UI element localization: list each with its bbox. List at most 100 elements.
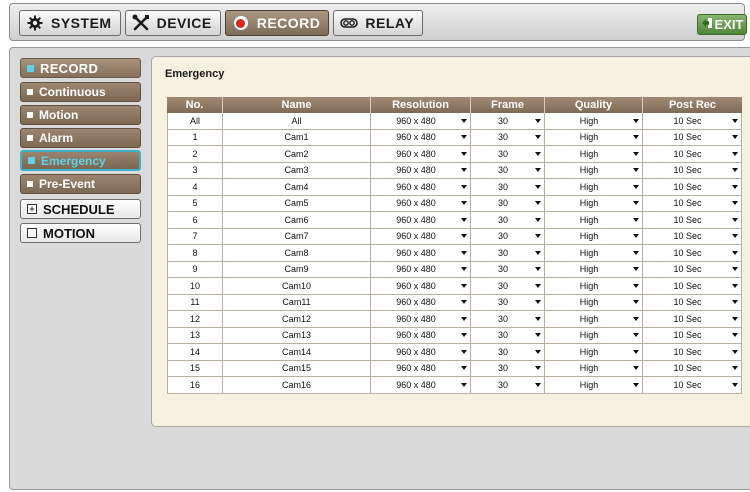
dropdown-arrow-icon[interactable] [461,333,467,338]
dropdown-arrow-icon[interactable] [732,201,738,206]
dropdown-arrow-icon[interactable] [633,151,639,156]
dropdown-arrow-icon[interactable] [633,168,639,173]
dropdown-arrow-icon[interactable] [732,250,738,255]
quality-dropdown[interactable]: High [545,179,643,196]
sidebar-item-record[interactable]: RECORD [20,58,141,78]
dropdown-arrow-icon[interactable] [461,234,467,239]
post-rec-dropdown[interactable]: 10 Sec [643,162,742,179]
post-rec-dropdown[interactable]: 10 Sec [643,261,742,278]
dropdown-arrow-icon[interactable] [535,382,541,387]
dropdown-arrow-icon[interactable] [535,135,541,140]
resolution-dropdown[interactable]: 960 x 480 [371,212,471,229]
tab-device[interactable]: DEVICE [124,10,221,36]
dropdown-arrow-icon[interactable] [732,283,738,288]
dropdown-arrow-icon[interactable] [535,168,541,173]
dropdown-arrow-icon[interactable] [633,118,639,123]
quality-dropdown[interactable]: High [545,360,643,377]
tab-relay[interactable]: RELAY [333,10,424,36]
dropdown-arrow-icon[interactable] [633,382,639,387]
dropdown-arrow-icon[interactable] [633,184,639,189]
post-rec-dropdown[interactable]: 10 Sec [643,327,742,344]
dropdown-arrow-icon[interactable] [461,217,467,222]
quality-dropdown[interactable]: High [545,162,643,179]
dropdown-arrow-icon[interactable] [535,333,541,338]
dropdown-arrow-icon[interactable] [633,135,639,140]
sidebar-item-alarm[interactable]: Alarm [20,128,141,148]
dropdown-arrow-icon[interactable] [633,366,639,371]
frame-dropdown[interactable]: 30 [471,162,545,179]
dropdown-arrow-icon[interactable] [461,118,467,123]
sidebar-item-motion[interactable]: Motion [20,105,141,125]
dropdown-arrow-icon[interactable] [535,300,541,305]
resolution-dropdown[interactable]: 960 x 480 [371,195,471,212]
dropdown-arrow-icon[interactable] [633,316,639,321]
tab-system[interactable]: SYSTEM [19,10,121,36]
frame-dropdown[interactable]: 30 [471,261,545,278]
dropdown-arrow-icon[interactable] [535,283,541,288]
dropdown-arrow-icon[interactable] [461,201,467,206]
sidebar-item-pre-event[interactable]: Pre-Event [20,174,141,194]
dropdown-arrow-icon[interactable] [633,283,639,288]
dropdown-arrow-icon[interactable] [461,184,467,189]
dropdown-arrow-icon[interactable] [633,333,639,338]
frame-dropdown[interactable]: 30 [471,113,545,130]
post-rec-dropdown[interactable]: 10 Sec [643,129,742,146]
resolution-dropdown[interactable]: 960 x 480 [371,245,471,262]
dropdown-arrow-icon[interactable] [461,349,467,354]
sidebar-item-continuous[interactable]: Continuous [20,82,141,102]
dropdown-arrow-icon[interactable] [732,300,738,305]
quality-dropdown[interactable]: High [545,261,643,278]
frame-dropdown[interactable]: 30 [471,129,545,146]
frame-dropdown[interactable]: 30 [471,146,545,163]
resolution-dropdown[interactable]: 960 x 480 [371,146,471,163]
frame-dropdown[interactable]: 30 [471,212,545,229]
resolution-dropdown[interactable]: 960 x 480 [371,228,471,245]
dropdown-arrow-icon[interactable] [461,168,467,173]
frame-dropdown[interactable]: 30 [471,360,545,377]
quality-dropdown[interactable]: High [545,344,643,361]
frame-dropdown[interactable]: 30 [471,195,545,212]
dropdown-arrow-icon[interactable] [535,201,541,206]
quality-dropdown[interactable]: High [545,278,643,295]
dropdown-arrow-icon[interactable] [732,267,738,272]
frame-dropdown[interactable]: 30 [471,245,545,262]
quality-dropdown[interactable]: High [545,113,643,130]
post-rec-dropdown[interactable]: 10 Sec [643,146,742,163]
sidebar-item-motion-menu[interactable]: MOTION [20,223,141,243]
dropdown-arrow-icon[interactable] [732,135,738,140]
quality-dropdown[interactable]: High [545,129,643,146]
dropdown-arrow-icon[interactable] [535,250,541,255]
exit-button[interactable]: EXIT [697,14,747,35]
dropdown-arrow-icon[interactable] [732,118,738,123]
dropdown-arrow-icon[interactable] [535,118,541,123]
dropdown-arrow-icon[interactable] [633,250,639,255]
sidebar-item-schedule[interactable]: + SCHEDULE [20,199,141,219]
dropdown-arrow-icon[interactable] [732,234,738,239]
post-rec-dropdown[interactable]: 10 Sec [643,212,742,229]
resolution-dropdown[interactable]: 960 x 480 [371,179,471,196]
resolution-dropdown[interactable]: 960 x 480 [371,360,471,377]
post-rec-dropdown[interactable]: 10 Sec [643,195,742,212]
frame-dropdown[interactable]: 30 [471,179,545,196]
frame-dropdown[interactable]: 30 [471,327,545,344]
post-rec-dropdown[interactable]: 10 Sec [643,228,742,245]
quality-dropdown[interactable]: High [545,195,643,212]
dropdown-arrow-icon[interactable] [461,151,467,156]
quality-dropdown[interactable]: High [545,377,643,394]
dropdown-arrow-icon[interactable] [461,300,467,305]
dropdown-arrow-icon[interactable] [535,217,541,222]
resolution-dropdown[interactable]: 960 x 480 [371,261,471,278]
dropdown-arrow-icon[interactable] [732,382,738,387]
dropdown-arrow-icon[interactable] [732,184,738,189]
dropdown-arrow-icon[interactable] [633,234,639,239]
resolution-dropdown[interactable]: 960 x 480 [371,278,471,295]
quality-dropdown[interactable]: High [545,212,643,229]
dropdown-arrow-icon[interactable] [732,316,738,321]
dropdown-arrow-icon[interactable] [633,267,639,272]
frame-dropdown[interactable]: 30 [471,311,545,328]
dropdown-arrow-icon[interactable] [461,135,467,140]
quality-dropdown[interactable]: High [545,146,643,163]
dropdown-arrow-icon[interactable] [461,316,467,321]
dropdown-arrow-icon[interactable] [732,168,738,173]
resolution-dropdown[interactable]: 960 x 480 [371,327,471,344]
